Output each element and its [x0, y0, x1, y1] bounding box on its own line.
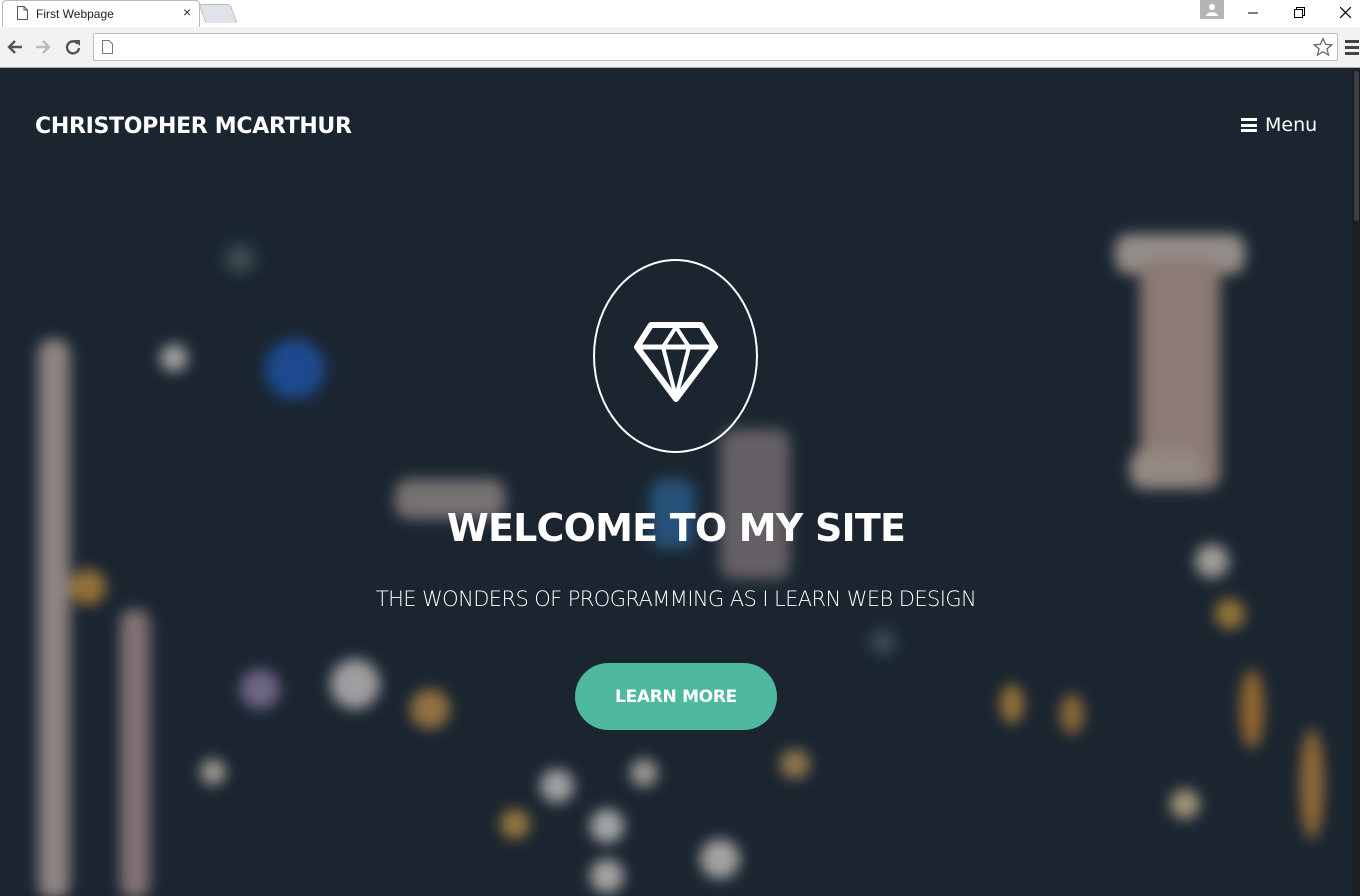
- page-icon: [102, 40, 113, 54]
- close-icon[interactable]: ×: [183, 4, 191, 20]
- profile-icon[interactable]: [1200, 0, 1224, 19]
- page-icon: [17, 6, 28, 20]
- address-bar[interactable]: [93, 33, 1338, 61]
- browser-tab[interactable]: First Webpage ×: [2, 0, 200, 27]
- learn-more-button[interactable]: LEARN MORE: [575, 663, 777, 730]
- back-icon[interactable]: [5, 37, 25, 57]
- menu-button[interactable]: Menu: [1241, 114, 1317, 136]
- browser-toolbar: [0, 27, 1360, 68]
- scrollbar-thumb[interactable]: [1354, 71, 1359, 221]
- hero-subheadline: THE WONDERS OF PROGRAMMING AS I LEARN WE…: [375, 587, 977, 611]
- chrome-menu-icon[interactable]: [1345, 39, 1359, 55]
- page-scrollbar[interactable]: [1352, 69, 1360, 896]
- reload-icon[interactable]: [63, 37, 83, 57]
- site-brand[interactable]: CHRISTOPHER MCARTHUR: [35, 114, 352, 139]
- new-tab-icon[interactable]: [198, 4, 238, 23]
- diamond-icon: [634, 322, 718, 402]
- maximize-icon[interactable]: [1276, 0, 1322, 25]
- menu-label: Menu: [1265, 114, 1318, 136]
- forward-icon[interactable]: [33, 37, 53, 57]
- tab-strip: First Webpage ×: [0, 0, 1360, 27]
- minimize-icon[interactable]: [1230, 0, 1276, 25]
- dark-overlay: [0, 69, 1360, 896]
- star-icon[interactable]: [1313, 37, 1333, 57]
- window-close-icon[interactable]: [1322, 0, 1360, 25]
- emblem-circle: [593, 259, 758, 453]
- hamburger-icon: [1241, 118, 1257, 132]
- webpage-viewport: CHRISTOPHER MCARTHUR Menu WELCOME TO MY …: [0, 69, 1360, 896]
- hero-headline: WELCOME TO MY SITE: [446, 506, 906, 550]
- tab-title: First Webpage: [36, 7, 114, 21]
